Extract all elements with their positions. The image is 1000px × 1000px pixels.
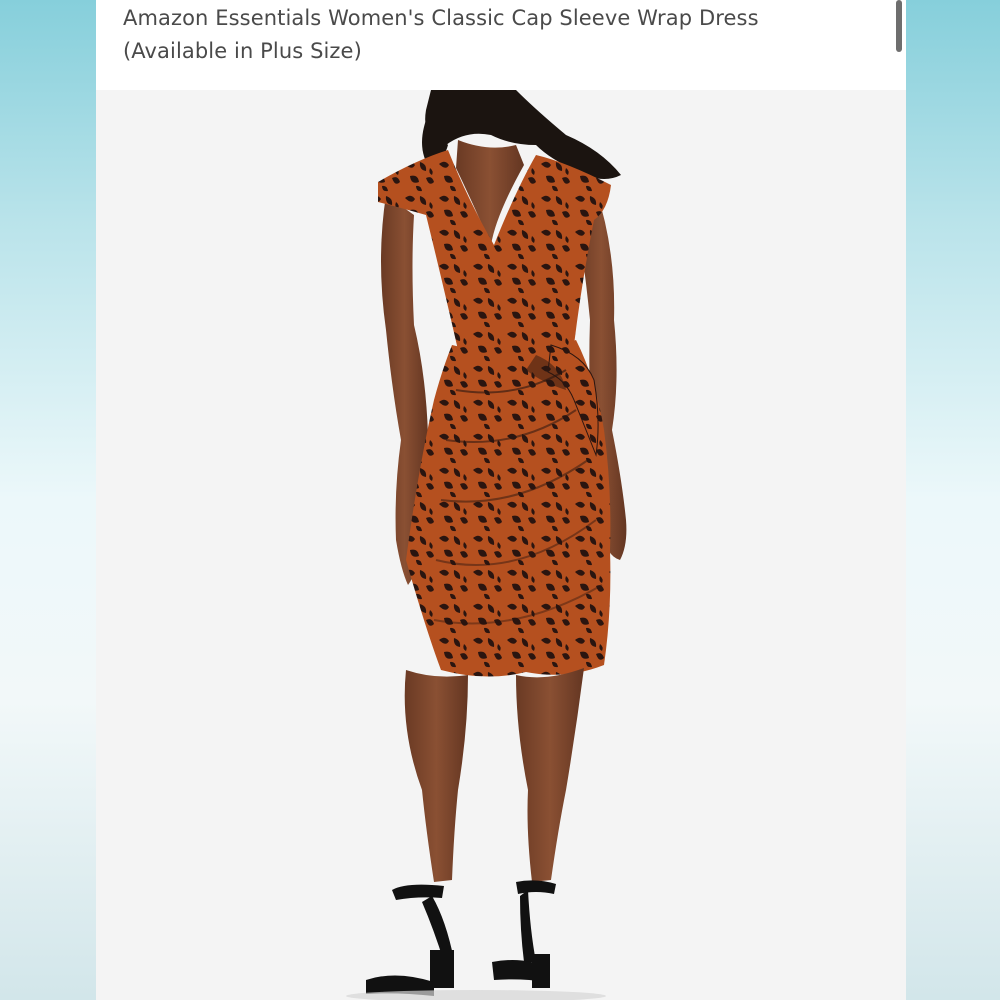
product-image[interactable] (96, 90, 906, 1000)
title-bar: Amazon Essentials Women's Classic Cap Sl… (96, 0, 906, 90)
scrollbar-thumb[interactable] (896, 0, 902, 52)
left-shoe (366, 884, 454, 996)
product-title: Amazon Essentials Women's Classic Cap Sl… (123, 6, 759, 63)
right-shoe (492, 880, 556, 988)
product-panel: Amazon Essentials Women's Classic Cap Sl… (96, 0, 906, 1000)
dress-photo (346, 90, 627, 1000)
right-leg (516, 668, 584, 882)
left-leg (404, 670, 468, 882)
left-backdrop (0, 0, 96, 1000)
screen: Amazon Essentials Women's Classic Cap Sl… (0, 0, 1000, 1000)
right-backdrop (906, 0, 1000, 1000)
